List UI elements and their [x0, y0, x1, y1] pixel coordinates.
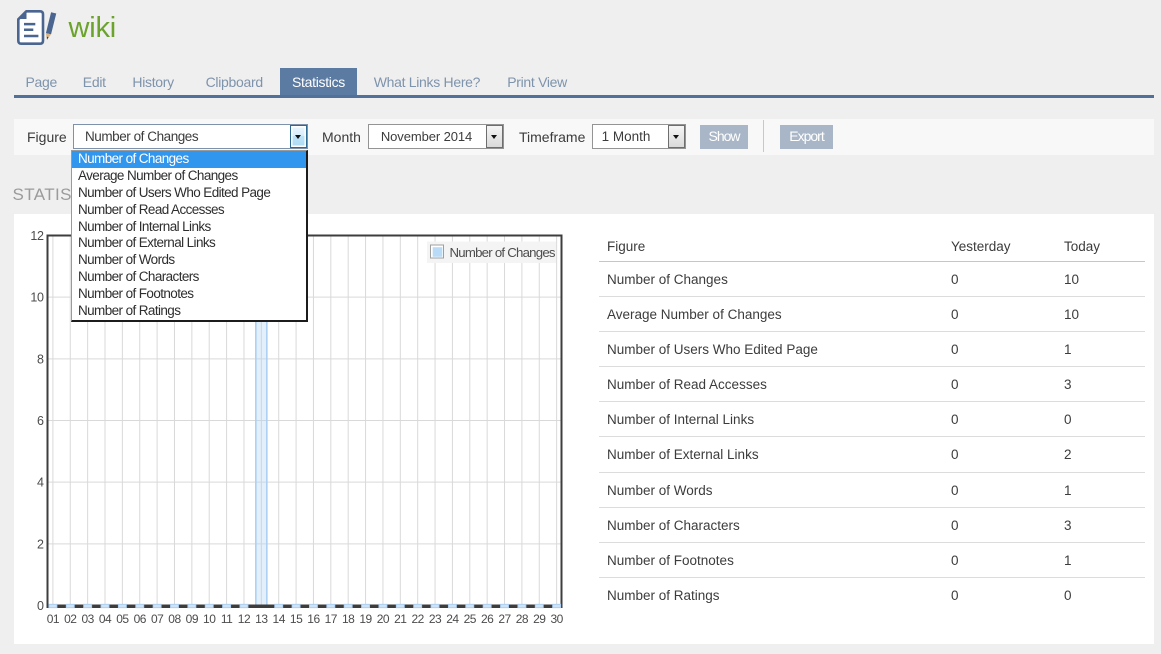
svg-text:04: 04: [99, 612, 112, 626]
svg-text:8: 8: [37, 352, 44, 366]
svg-text:10: 10: [203, 612, 216, 626]
svg-text:09: 09: [186, 612, 199, 626]
svg-text:16: 16: [307, 612, 320, 626]
svg-text:15: 15: [290, 612, 303, 626]
svg-text:28: 28: [516, 612, 529, 626]
svg-text:4: 4: [37, 476, 44, 490]
svg-text:21: 21: [394, 612, 407, 626]
svg-text:07: 07: [151, 612, 164, 626]
svg-text:06: 06: [134, 612, 147, 626]
svg-text:02: 02: [64, 612, 77, 626]
svg-text:6: 6: [37, 414, 44, 428]
svg-text:0: 0: [37, 599, 44, 613]
svg-text:2: 2: [37, 537, 44, 551]
svg-text:11: 11: [221, 612, 233, 626]
svg-text:27: 27: [498, 612, 511, 626]
svg-text:12: 12: [238, 612, 251, 626]
svg-text:01: 01: [47, 612, 60, 626]
svg-text:23: 23: [429, 612, 442, 626]
svg-text:17: 17: [325, 612, 338, 626]
svg-text:Number of Changes: Number of Changes: [450, 245, 556, 260]
svg-text:08: 08: [168, 612, 181, 626]
svg-text:14: 14: [273, 612, 286, 626]
svg-text:24: 24: [446, 612, 459, 626]
svg-text:29: 29: [533, 612, 546, 626]
svg-text:25: 25: [464, 612, 477, 626]
svg-text:18: 18: [342, 612, 355, 626]
svg-text:10: 10: [30, 291, 44, 305]
svg-text:20: 20: [377, 612, 390, 626]
svg-text:03: 03: [81, 612, 94, 626]
svg-text:19: 19: [359, 612, 372, 626]
svg-text:26: 26: [481, 612, 494, 626]
svg-text:22: 22: [411, 612, 424, 626]
svg-text:13: 13: [255, 612, 268, 626]
svg-text:30: 30: [550, 612, 563, 626]
svg-text:12: 12: [30, 229, 44, 243]
svg-text:05: 05: [116, 612, 129, 626]
